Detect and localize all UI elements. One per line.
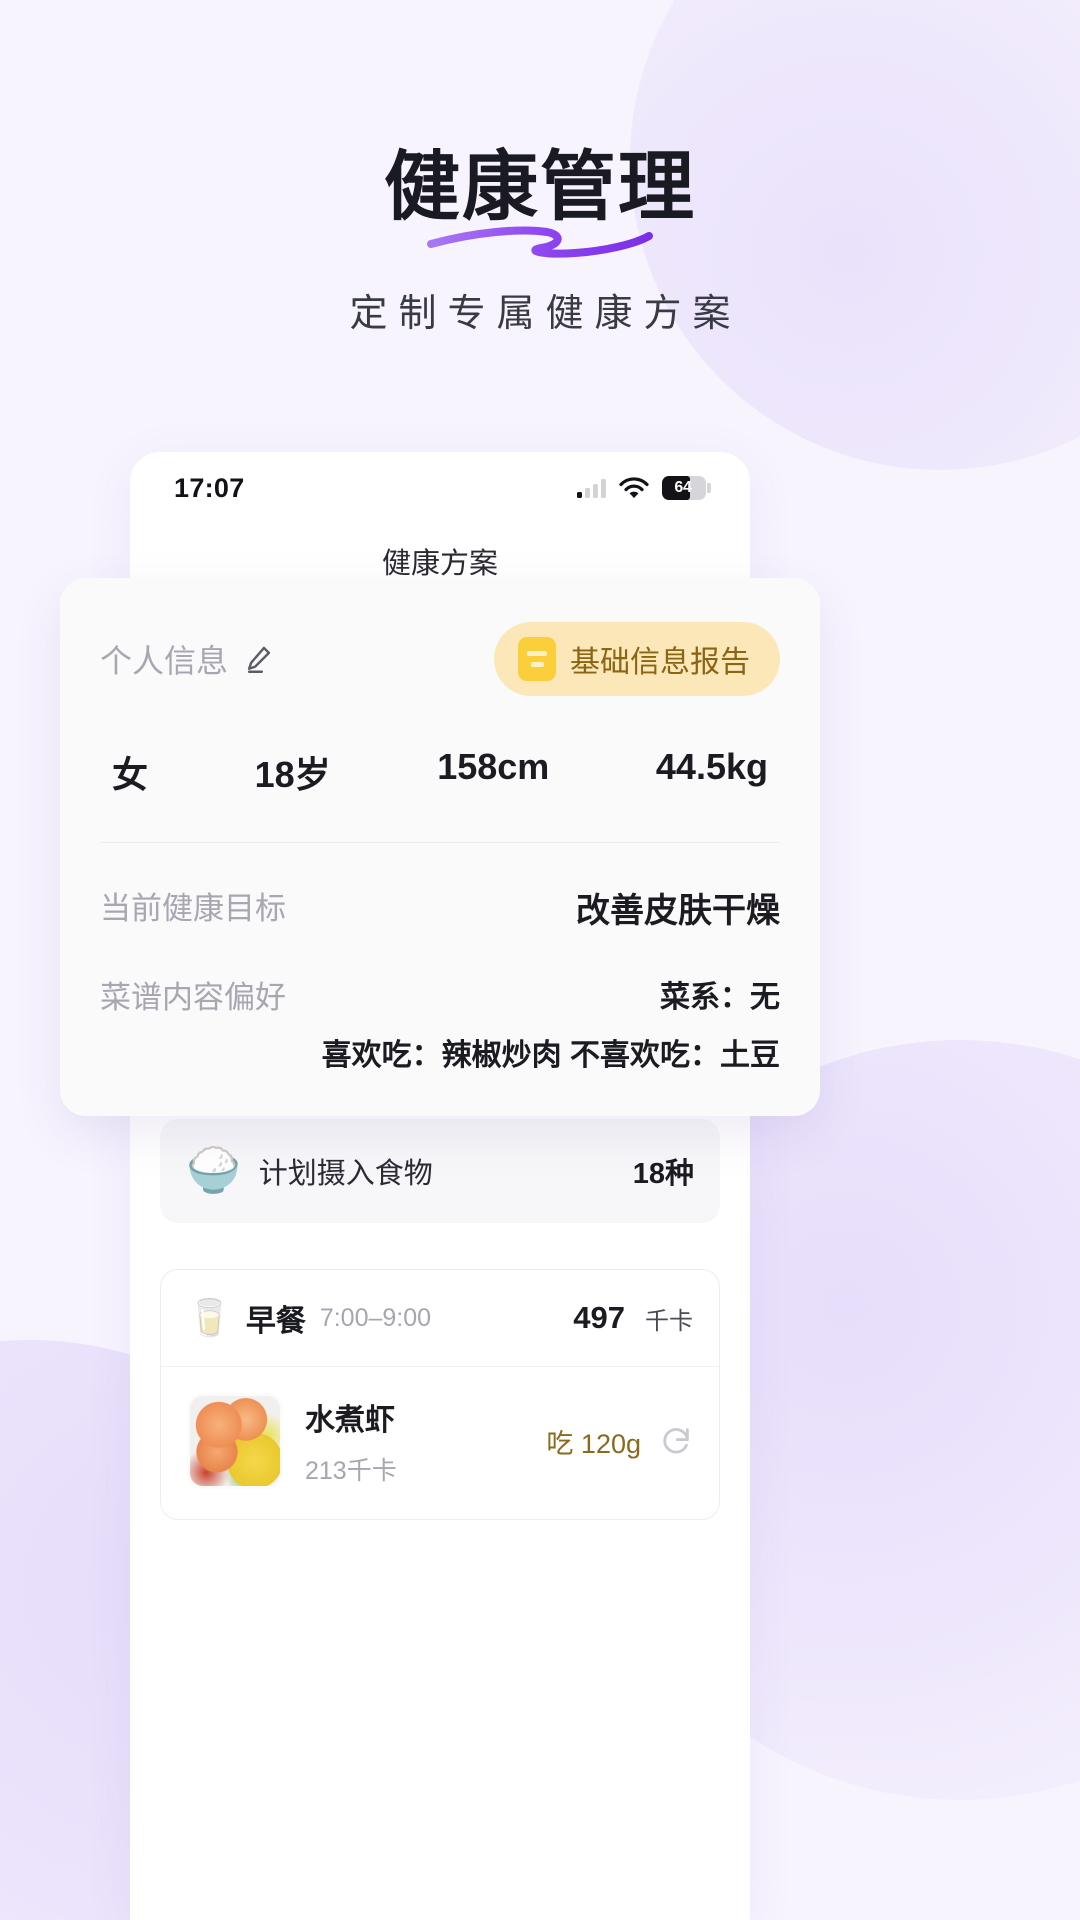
meal-card: 🥛 早餐 7:00–9:00 497 千卡 水煮虾 213千卡 吃 120g: [160, 1269, 720, 1520]
health-goal-value: 改善皮肤干燥: [576, 892, 780, 930]
nav-title: 健康方案: [381, 548, 498, 580]
food-list-item[interactable]: 水煮虾 213千卡 吃 120g: [161, 1367, 719, 1519]
health-goal-row[interactable]: 当前健康目标 改善皮肤干燥: [100, 843, 780, 932]
title-underline-swoosh: [0, 222, 1080, 268]
hero-section: 健康管理 定制专属健康方案: [0, 0, 1080, 337]
meal-calories: 497: [573, 1300, 625, 1335]
stat-gender: 女: [112, 754, 149, 795]
recipe-cuisine: 菜系：无: [660, 981, 780, 1014]
basic-info-report-button[interactable]: 基础信息报告: [494, 622, 780, 696]
battery-icon: 64: [662, 476, 711, 500]
status-bar: 17:07 64: [130, 452, 750, 524]
personal-info-title: 个人信息: [100, 643, 229, 679]
food-name: 水煮虾: [305, 1404, 395, 1437]
milk-glass-icon: 🥛: [187, 1297, 232, 1338]
stat-weight: 44.5kg: [655, 746, 768, 787]
recipe-likes-dislikes: 喜欢吃：辣椒炒肉 不喜欢吃：土豆: [321, 1039, 780, 1072]
food-calories: 213千卡: [305, 1457, 397, 1485]
pencil-icon[interactable]: [242, 642, 276, 676]
food-meta: 水煮虾 213千卡: [305, 1395, 397, 1487]
status-icons: 64: [577, 476, 711, 500]
personal-info-header: 个人信息 基础信息报告: [100, 622, 780, 696]
health-goal-label: 当前健康目标: [100, 891, 286, 926]
recipe-preference-row[interactable]: 菜谱内容偏好 菜系：无 喜欢吃：辣椒炒肉 不喜欢吃：土豆: [100, 932, 780, 1074]
meal-name: 早餐: [245, 1305, 306, 1338]
personal-info-card: 个人信息 基础信息报告 女 18岁 158cm 44.5kg 当前健康目标 改善…: [60, 578, 820, 1116]
recipe-preference-label: 菜谱内容偏好: [100, 980, 286, 1015]
page-subtitle: 定制专属健康方案: [349, 292, 742, 335]
planned-food-count: 18种: [632, 1158, 694, 1190]
planned-food-label: 计划摄入食物: [258, 1158, 433, 1190]
food-amount: 吃 120g: [546, 1428, 641, 1459]
battery-percent: 64: [674, 479, 692, 496]
food-thumbnail: [187, 1393, 283, 1489]
page-title: 健康管理: [384, 145, 696, 230]
recipe-preference-value: 菜系：无 喜欢吃：辣椒炒肉 不喜欢吃：土豆: [322, 972, 780, 1074]
wifi-icon: [619, 477, 649, 498]
personal-stats-row: 女 18岁 158cm 44.5kg: [100, 696, 780, 842]
status-time: 17:07: [174, 472, 245, 503]
rice-bowl-icon: 🍚: [186, 1146, 241, 1195]
basic-info-report-label: 基础信息报告: [570, 646, 750, 679]
meal-time-range: 7:00–9:00: [319, 1303, 432, 1332]
report-document-icon: [518, 637, 556, 681]
planned-food-card[interactable]: 🍚 计划摄入食物 18种: [160, 1119, 720, 1223]
personal-info-title-group[interactable]: 个人信息: [100, 636, 276, 682]
stat-age: 18岁: [254, 754, 331, 795]
meal-calories-unit: 千卡: [645, 1307, 693, 1335]
meal-header[interactable]: 🥛 早餐 7:00–9:00 497 千卡: [161, 1270, 719, 1367]
food-actions: 吃 120g: [546, 1422, 693, 1461]
stat-height: 158cm: [437, 746, 550, 787]
refresh-icon[interactable]: [659, 1424, 693, 1458]
signal-bars-icon: [577, 478, 606, 498]
